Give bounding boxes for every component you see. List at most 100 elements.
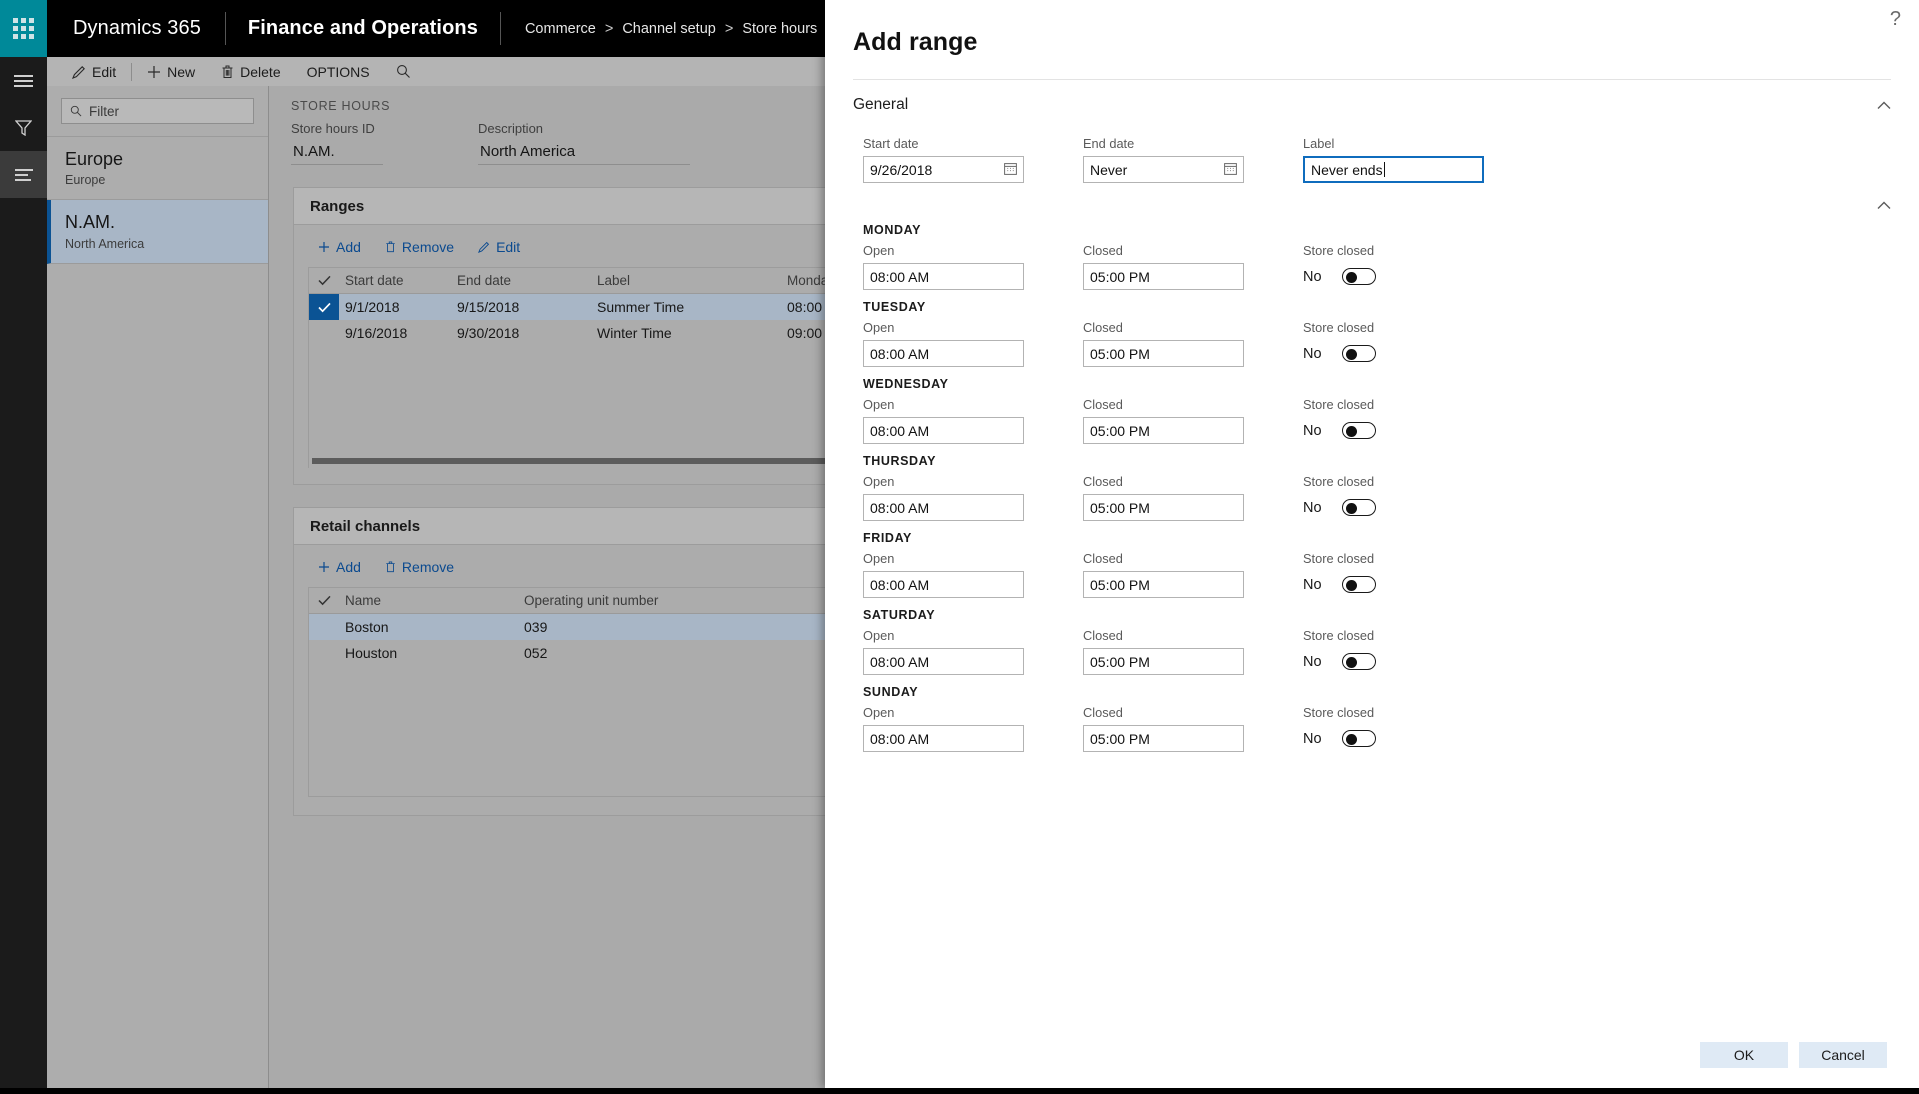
field-value[interactable]: North America bbox=[478, 139, 690, 165]
search-button[interactable] bbox=[383, 57, 424, 86]
list-item-nam[interactable]: N.AM. North America bbox=[47, 200, 268, 263]
select-all-checkmark-icon[interactable] bbox=[309, 268, 339, 294]
day-name: SUNDAY bbox=[863, 675, 1919, 699]
row-checkbox[interactable] bbox=[309, 320, 339, 346]
closed-time-input[interactable]: 05:00 PM bbox=[1083, 263, 1244, 290]
trash-icon bbox=[385, 241, 396, 253]
general-section-header[interactable]: General bbox=[825, 80, 1919, 114]
hours-section-header[interactable] bbox=[825, 183, 1919, 213]
field-label: End date bbox=[1083, 136, 1303, 151]
ranges-remove-button[interactable]: Remove bbox=[375, 237, 464, 257]
open-time-input[interactable]: 08:00 AM bbox=[863, 494, 1024, 521]
store-closed-toggle[interactable] bbox=[1342, 422, 1376, 439]
label-input[interactable]: Never ends bbox=[1303, 156, 1484, 183]
closed-label: Closed bbox=[1083, 551, 1303, 566]
store-closed-field: Store closedNo bbox=[1303, 474, 1543, 521]
question-mark-icon[interactable]: ? bbox=[1890, 8, 1901, 31]
open-time-input[interactable]: 08:00 AM bbox=[863, 263, 1024, 290]
store-closed-toggle[interactable] bbox=[1342, 499, 1376, 516]
open-time-input[interactable]: 08:00 AM bbox=[863, 417, 1024, 444]
column-header-start-date[interactable]: Start date bbox=[339, 273, 457, 288]
open-field: Open 08:00 AM bbox=[863, 628, 1083, 675]
input-value: 08:00 AM bbox=[870, 500, 929, 516]
open-time-input[interactable]: 08:00 AM bbox=[863, 648, 1024, 675]
end-date-input[interactable]: Never bbox=[1083, 156, 1244, 183]
select-all-checkmark-icon[interactable] bbox=[309, 588, 339, 614]
chevron-up-icon[interactable] bbox=[1877, 97, 1891, 113]
pencil-icon bbox=[72, 65, 86, 79]
store-closed-toggle[interactable] bbox=[1342, 576, 1376, 593]
ranges-edit-button[interactable]: Edit bbox=[468, 237, 530, 257]
chevron-up-icon[interactable] bbox=[1877, 197, 1891, 213]
row-checkbox[interactable] bbox=[309, 640, 339, 666]
channels-add-button[interactable]: Add bbox=[308, 557, 371, 577]
closed-time-input[interactable]: 05:00 PM bbox=[1083, 725, 1244, 752]
breadcrumb-item-commerce[interactable]: Commerce bbox=[525, 21, 596, 37]
closed-label: Closed bbox=[1083, 397, 1303, 412]
ok-button[interactable]: OK bbox=[1700, 1042, 1788, 1068]
open-label: Open bbox=[863, 551, 1083, 566]
waffle-grid-icon[interactable] bbox=[0, 0, 47, 57]
start-date-input[interactable]: 9/26/2018 bbox=[863, 156, 1024, 183]
day-name: MONDAY bbox=[863, 213, 1919, 237]
store-closed-field: Store closedNo bbox=[1303, 243, 1543, 290]
closed-time-input[interactable]: 05:00 PM bbox=[1083, 417, 1244, 444]
open-time-input[interactable]: 08:00 AM bbox=[863, 340, 1024, 367]
closed-time-input[interactable]: 05:00 PM bbox=[1083, 494, 1244, 521]
channels-remove-button[interactable]: Remove bbox=[375, 557, 464, 577]
plus-icon bbox=[318, 561, 330, 573]
edit-label: Edit bbox=[92, 64, 116, 80]
open-field: Open08:00 AM bbox=[863, 243, 1083, 290]
options-menu[interactable]: OPTIONS bbox=[294, 57, 383, 86]
hamburger-icon[interactable] bbox=[0, 57, 47, 104]
breadcrumb: Commerce > Channel setup > Store hours bbox=[501, 0, 817, 57]
cancel-button[interactable]: Cancel bbox=[1799, 1042, 1887, 1068]
closed-time-input[interactable]: 05:00 PM bbox=[1083, 340, 1244, 367]
open-label: Open bbox=[863, 628, 1083, 643]
closed-time-input[interactable]: 05:00 PM bbox=[1083, 571, 1244, 598]
column-header-operating-unit-number[interactable]: Operating unit number bbox=[524, 593, 724, 608]
input-value: 08:00 AM bbox=[870, 269, 929, 285]
open-time-input[interactable]: 08:00 AM bbox=[863, 725, 1024, 752]
list-item-europe[interactable]: Europe Europe bbox=[47, 137, 268, 200]
field-end-date: End date Never bbox=[1083, 136, 1303, 183]
store-closed-label: Store closed bbox=[1303, 705, 1543, 720]
column-header-end-date[interactable]: End date bbox=[457, 273, 597, 288]
row-selected-checkmark-icon[interactable] bbox=[309, 294, 339, 320]
filter-icon[interactable] bbox=[0, 104, 47, 151]
ranges-add-button[interactable]: Add bbox=[308, 237, 371, 257]
calendar-icon[interactable] bbox=[1004, 162, 1017, 177]
row-checkbox[interactable] bbox=[309, 614, 339, 640]
calendar-icon[interactable] bbox=[1224, 162, 1237, 177]
closed-field: Closed05:00 PM bbox=[1083, 628, 1303, 675]
day-name: TUESDAY bbox=[863, 290, 1919, 314]
toggle-value: No bbox=[1303, 654, 1322, 670]
store-closed-toggle[interactable] bbox=[1342, 653, 1376, 670]
field-value[interactable]: N.AM. bbox=[291, 139, 383, 165]
breadcrumb-item-store-hours[interactable]: Store hours bbox=[742, 21, 817, 37]
store-closed-label: Store closed bbox=[1303, 397, 1543, 412]
store-closed-toggle[interactable] bbox=[1342, 345, 1376, 362]
open-field: Open 08:00 AM bbox=[863, 551, 1083, 598]
list-icon[interactable] bbox=[0, 151, 47, 198]
column-header-label[interactable]: Label bbox=[597, 273, 787, 288]
edit-button[interactable]: Edit bbox=[59, 57, 129, 86]
new-button[interactable]: New bbox=[134, 57, 208, 86]
column-header-name[interactable]: Name bbox=[339, 593, 524, 608]
delete-button[interactable]: Delete bbox=[208, 57, 293, 86]
store-closed-toggle[interactable] bbox=[1342, 730, 1376, 747]
toggle-knob bbox=[1346, 657, 1357, 668]
store-closed-toggle[interactable] bbox=[1342, 268, 1376, 285]
filter-input[interactable]: Filter bbox=[61, 98, 254, 124]
open-time-input[interactable]: 08:00 AM bbox=[863, 571, 1024, 598]
closed-label: Closed bbox=[1083, 705, 1303, 720]
store-closed-field: Store closedNo bbox=[1303, 628, 1543, 675]
store-closed-label: Store closed bbox=[1303, 243, 1543, 258]
store-closed-toggle-wrap: No bbox=[1303, 725, 1543, 752]
input-value: 05:00 PM bbox=[1090, 500, 1150, 516]
toggle-value: No bbox=[1303, 731, 1322, 747]
input-value: 08:00 AM bbox=[870, 731, 929, 747]
closed-time-input[interactable]: 05:00 PM bbox=[1083, 648, 1244, 675]
breadcrumb-item-channel-setup[interactable]: Channel setup bbox=[622, 21, 716, 37]
toggle-knob bbox=[1346, 503, 1357, 514]
